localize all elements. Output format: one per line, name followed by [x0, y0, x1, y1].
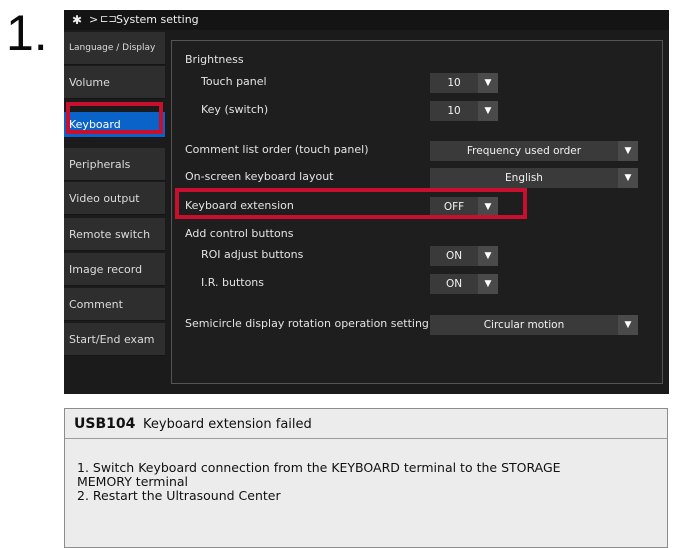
chevron-down-icon[interactable]: ▼ [618, 315, 638, 335]
touch-panel-brightness-select[interactable]: 10 ▼ [430, 73, 498, 93]
chevron-down-icon[interactable]: ▼ [618, 168, 638, 188]
message-line: 1. Switch Keyboard connection from the K… [77, 460, 561, 475]
onscreen-keyboard-layout-label: On-screen keyboard layout [185, 170, 334, 183]
ir-buttons-label: I.R. buttons [201, 276, 264, 289]
key-switch-brightness-value: 10 [447, 105, 461, 117]
keyboard-tab-highlight-frame [66, 102, 163, 134]
brightness-label: Brightness [185, 53, 244, 66]
system-setting-screen: ✱ > ⊏⊐ System setting Language / Display… [64, 10, 669, 394]
title-bar: ✱ > ⊏⊐ System setting [64, 10, 669, 30]
gear-icon[interactable]: ✱ [72, 10, 82, 30]
breadcrumb: System setting [116, 13, 199, 26]
message-line: 2. Restart the Ultrasound Center [77, 488, 281, 503]
breadcrumb-separator: > [89, 13, 99, 26]
comment-list-order-value: Frequency used order [466, 145, 582, 157]
step-number: 1. [6, 5, 48, 61]
error-message-box: USB104 Keyboard extension failed 1. Swit… [64, 408, 668, 548]
key-switch-label: Key (switch) [201, 103, 269, 116]
chevron-down-icon[interactable]: ▼ [478, 274, 498, 294]
message-header: USB104 Keyboard extension failed [65, 409, 667, 439]
message-line: MEMORY terminal [77, 474, 189, 489]
error-code: USB104 [74, 416, 136, 432]
touch-panel-brightness-value: 10 [447, 77, 461, 89]
sidebar-item-volume[interactable]: Volume [64, 66, 165, 99]
sidebar-item-video-output[interactable]: Video output [64, 182, 165, 215]
sidebar-item-peripherals[interactable]: Peripherals [64, 148, 165, 181]
semicircle-rotation-select[interactable]: Circular motion ▼ [430, 315, 638, 335]
ir-buttons-select[interactable]: ON ▼ [430, 274, 498, 294]
roi-adjust-buttons-value: ON [445, 250, 463, 262]
message-title: Keyboard extension failed [143, 417, 312, 432]
sidebar-item-language-display[interactable]: Language / Display [64, 32, 165, 65]
message-body: 1. Switch Keyboard connection from the K… [77, 461, 657, 503]
system-setting-icon: ⊏⊐ [100, 14, 117, 25]
sidebar-item-image-record[interactable]: Image record [64, 253, 165, 286]
touch-panel-label: Touch panel [201, 75, 267, 88]
key-switch-brightness-select[interactable]: 10 ▼ [430, 101, 498, 121]
semicircle-rotation-value: Circular motion [483, 319, 565, 331]
sidebar-item-comment[interactable]: Comment [64, 288, 165, 321]
ir-buttons-value: ON [445, 278, 463, 290]
comment-list-order-select[interactable]: Frequency used order ▼ [430, 141, 638, 161]
keyboard-extension-highlight-frame [175, 188, 527, 219]
comment-list-order-label: Comment list order (touch panel) [185, 143, 369, 156]
sidebar-item-remote-switch[interactable]: Remote switch [64, 218, 165, 251]
roi-adjust-buttons-select[interactable]: ON ▼ [430, 246, 498, 266]
semicircle-rotation-label: Semicircle display rotation operation se… [185, 317, 429, 330]
sidebar-item-start-end-exam[interactable]: Start/End exam [64, 323, 165, 356]
settings-sidebar: Language / Display Volume Keyboard Perip… [64, 32, 165, 394]
onscreen-keyboard-layout-select[interactable]: English ▼ [430, 168, 638, 188]
chevron-down-icon[interactable]: ▼ [478, 73, 498, 93]
onscreen-keyboard-layout-value: English [505, 172, 543, 184]
roi-adjust-buttons-label: ROI adjust buttons [201, 248, 304, 261]
add-control-buttons-label: Add control buttons [185, 227, 294, 240]
chevron-down-icon[interactable]: ▼ [478, 246, 498, 266]
chevron-down-icon[interactable]: ▼ [478, 101, 498, 121]
chevron-down-icon[interactable]: ▼ [618, 141, 638, 161]
